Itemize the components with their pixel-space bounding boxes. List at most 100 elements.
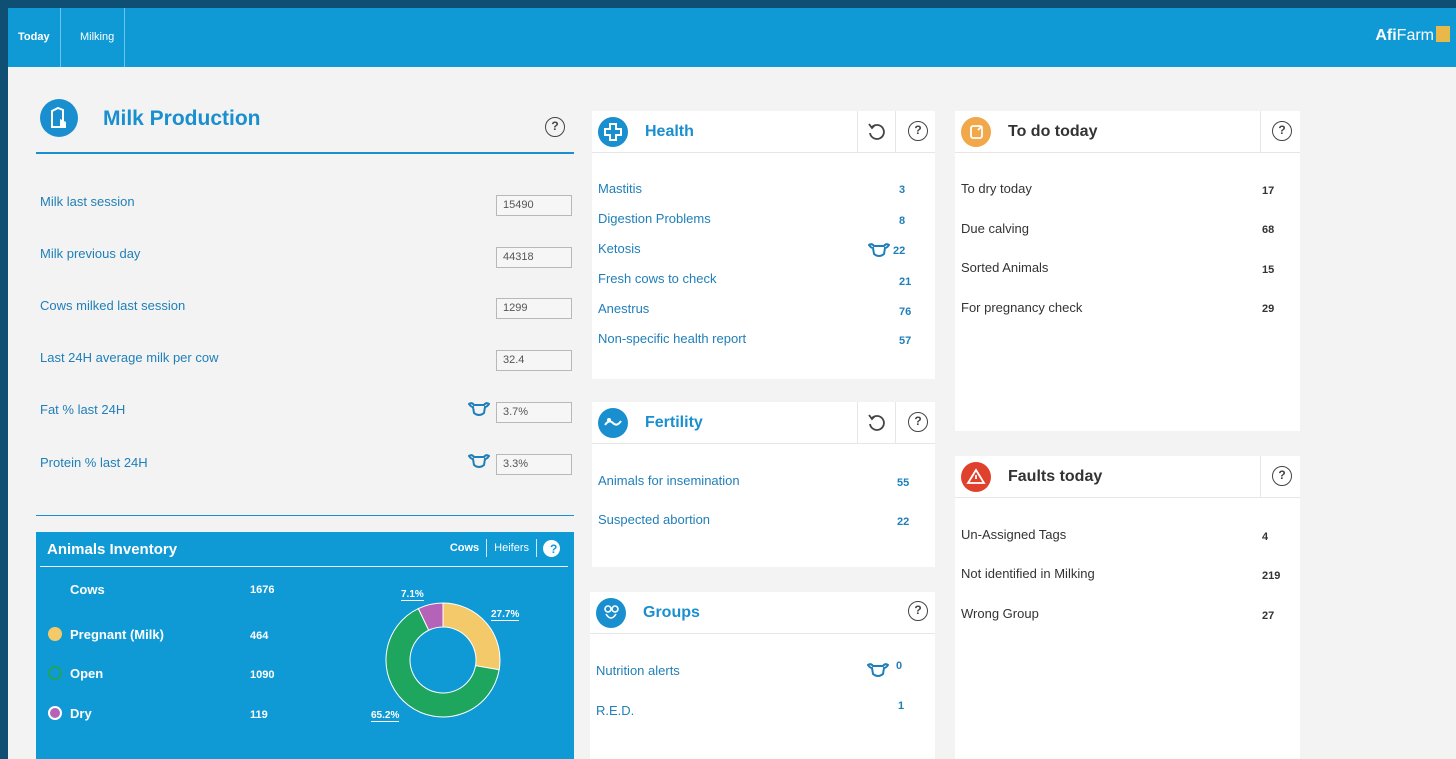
inventory-underline — [40, 566, 568, 567]
nutrition-cow-icon[interactable] — [867, 662, 889, 678]
faults-header: Faults today ? — [955, 456, 1300, 498]
fertility-help-icon[interactable]: ? — [908, 412, 928, 432]
todo-item-dry[interactable]: To dry today — [961, 181, 1032, 196]
health-value-non-specific: 57 — [899, 335, 912, 347]
health-item-mastitis[interactable]: Mastitis — [598, 181, 642, 196]
health-item-non-specific[interactable]: Non-specific health report — [598, 331, 746, 346]
milk-production-title: Milk Production — [103, 107, 261, 130]
health-item-digestion[interactable]: Digestion Problems — [598, 211, 711, 226]
avg-milk-label: Last 24H average milk per cow — [40, 350, 219, 365]
todo-item-pregnancy[interactable]: For pregnancy check — [961, 300, 1082, 315]
milk-production-divider — [36, 152, 574, 154]
fat-cow-icon[interactable] — [468, 401, 490, 417]
logo-bold: Afi — [1375, 27, 1397, 44]
groups-card: Groups ? Nutrition alerts 0 R.E.D. 1 — [590, 592, 935, 759]
fertility-title: Fertility — [645, 414, 703, 431]
ketosis-cow-icon[interactable] — [868, 242, 890, 258]
open-dot-icon — [48, 666, 62, 680]
health-refresh-icon[interactable] — [866, 121, 888, 143]
fertility-item-abortion[interactable]: Suspected abortion — [598, 512, 710, 527]
todo-header: To do today ? — [955, 111, 1300, 153]
groups-value-nutrition: 0 — [896, 660, 903, 672]
faults-item-not-identified[interactable]: Not identified in Milking — [961, 566, 1095, 581]
health-value-ketosis: 22 — [893, 245, 906, 257]
warning-icon — [961, 462, 991, 492]
health-value-anestrus: 76 — [899, 306, 912, 318]
cows-milked-label: Cows milked last session — [40, 298, 186, 313]
groups-item-red[interactable]: R.E.D. — [596, 703, 634, 718]
dry-label: Dry — [70, 706, 92, 721]
faults-card: Faults today ? Un-Assigned Tags 4 Not id… — [955, 456, 1300, 759]
fertility-item-insemination[interactable]: Animals for insemination — [598, 473, 740, 488]
fat-value: 3.7% — [496, 402, 572, 423]
groups-value-red: 1 — [898, 700, 905, 712]
inventory-help-wrap: ? — [536, 539, 560, 557]
pregnant-value: 464 — [250, 630, 269, 642]
protein-label: Protein % last 24H — [40, 455, 148, 470]
pie-label-pregnant: 27.7% — [491, 609, 520, 621]
afifarm-logo: AfiFarm — [1375, 26, 1450, 45]
health-value-digestion: 8 — [899, 215, 906, 227]
health-title: Health — [645, 123, 694, 140]
faults-title: Faults today — [1008, 468, 1103, 485]
inventory-tab-heifers[interactable]: Heifers — [486, 539, 536, 557]
pregnant-label: Pregnant (Milk) — [70, 627, 164, 642]
avg-milk-value: 32.4 — [496, 350, 572, 371]
todo-title: To do today — [1008, 123, 1098, 140]
open-value: 1090 — [250, 669, 275, 681]
logo-cube-icon — [1436, 26, 1450, 42]
inventory-divider — [36, 515, 574, 516]
inventory-total-value: 1676 — [250, 584, 275, 596]
inventory-row-pregnant[interactable]: Pregnant (Milk) — [48, 627, 164, 642]
inventory-help-icon[interactable]: ? — [543, 539, 560, 557]
inventory-tabs: Cows Heifers? — [443, 539, 560, 557]
inventory-row-open[interactable]: Open — [48, 666, 103, 681]
health-card: Health ? Mastitis 3 Digestion Problems 8… — [592, 111, 935, 379]
inventory-title: Animals Inventory — [47, 541, 178, 558]
todo-value-dry: 17 — [1262, 185, 1275, 197]
fertility-value-abortion: 22 — [897, 516, 910, 528]
groups-help-icon[interactable]: ? — [908, 601, 928, 621]
tab-milking[interactable]: Milking — [70, 8, 126, 67]
health-value-mastitis: 3 — [899, 184, 906, 196]
groups-item-nutrition[interactable]: Nutrition alerts — [596, 663, 680, 678]
todo-help-icon[interactable]: ? — [1272, 121, 1292, 141]
open-label: Open — [70, 666, 104, 681]
health-header: Health ? — [592, 111, 935, 153]
faults-item-wrong-group[interactable]: Wrong Group — [961, 606, 1039, 621]
pie-label-dry: 7.1% — [401, 589, 424, 601]
todo-item-sorted[interactable]: Sorted Animals — [961, 260, 1048, 275]
todo-icon — [961, 117, 991, 147]
faults-item-unassigned[interactable]: Un-Assigned Tags — [961, 527, 1066, 542]
health-sep-2 — [895, 111, 896, 153]
todo-item-calving[interactable]: Due calving — [961, 221, 1029, 236]
fertility-refresh-icon[interactable] — [866, 412, 888, 434]
health-item-fresh-cows[interactable]: Fresh cows to check — [598, 271, 717, 286]
tab-today[interactable]: Today — [8, 8, 61, 67]
faults-value-wrong-group: 27 — [1262, 610, 1275, 622]
faults-sep — [1260, 456, 1261, 498]
fertility-header: Fertility ? — [592, 402, 935, 444]
inventory-tab-cows[interactable]: Cows — [443, 539, 486, 557]
health-help-icon[interactable]: ? — [908, 121, 928, 141]
todo-value-sorted: 15 — [1262, 264, 1275, 276]
top-bar: Today Milking AfiFarm — [8, 8, 1456, 67]
faults-help-icon[interactable]: ? — [1272, 466, 1292, 486]
cows-milked-value: 1299 — [496, 298, 572, 319]
fat-label: Fat % last 24H — [40, 402, 126, 417]
milk-production-help-icon[interactable]: ? — [545, 117, 565, 137]
health-sep-1 — [857, 111, 858, 153]
milk-last-session-label: Milk last session — [40, 194, 135, 209]
milk-previous-day-value: 44318 — [496, 247, 572, 268]
faults-value-unassigned: 4 — [1262, 531, 1269, 543]
health-item-anestrus[interactable]: Anestrus — [598, 301, 649, 316]
animals-inventory-panel: Animals Inventory Cows Heifers? Cows 1676… — [36, 532, 574, 759]
health-item-ketosis[interactable]: Ketosis — [598, 241, 641, 256]
todo-value-pregnancy: 29 — [1262, 303, 1275, 315]
health-cross-icon — [598, 117, 628, 147]
todo-sep — [1260, 111, 1261, 153]
milk-last-session-value: 15490 — [496, 195, 572, 216]
protein-cow-icon[interactable] — [468, 453, 490, 469]
fertility-icon — [598, 408, 628, 438]
inventory-row-dry[interactable]: Dry — [48, 706, 92, 721]
